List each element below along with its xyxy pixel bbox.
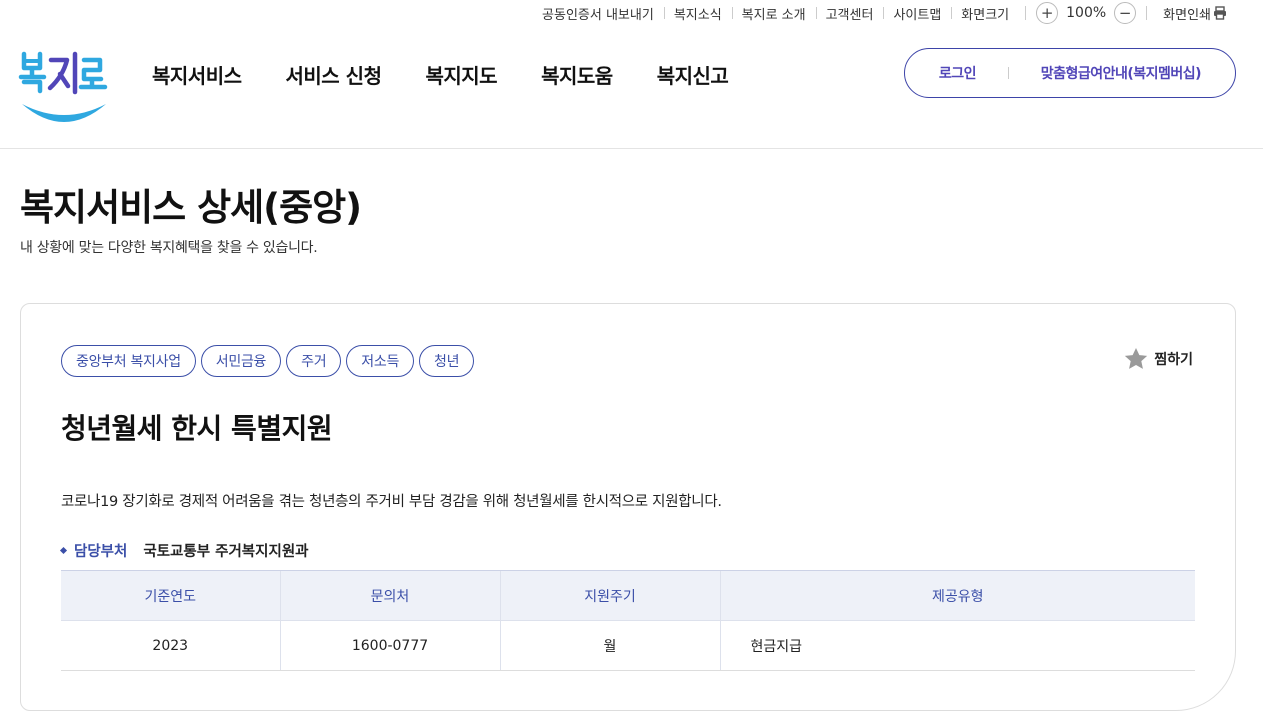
zoom-control: + 100% −: [1025, 2, 1148, 24]
department-label: 담당부처: [74, 544, 128, 560]
printer-icon: [1214, 6, 1226, 20]
header-divider: [0, 148, 1263, 149]
page-description: 내 상황에 맞는 다양한 복지혜택을 찾을 수 있습니다.: [20, 240, 318, 256]
cell-support-cycle: 월: [499, 620, 720, 671]
divider: [1007, 67, 1009, 79]
login-box: 로그인 맞춤형급여안내(복지멤버십): [904, 48, 1236, 98]
util-link-cert-export[interactable]: 공동인증서 내보내기: [532, 4, 664, 23]
zoom-value: 100%: [1066, 5, 1107, 21]
logo[interactable]: [18, 46, 110, 130]
favorite-label: 찜하기: [1154, 352, 1193, 368]
utility-bar: 공동인증서 내보내기 복지소식 복지로 소개 고객센터 사이트맵 화면크기 + …: [532, 0, 1227, 26]
department-value: 국토교통부 주거복지지원과: [143, 544, 309, 560]
page-title: 복지서비스 상세(중앙): [20, 186, 362, 229]
tag-housing[interactable]: 주거: [286, 345, 342, 377]
login-button[interactable]: 로그인: [939, 63, 977, 83]
nav-welfare-services[interactable]: 복지서비스: [152, 60, 242, 89]
util-link-about[interactable]: 복지로 소개: [731, 4, 816, 23]
service-description: 코로나19 장기화로 경제적 어려움을 겪는 청년층의 주거비 부담 경감을 위…: [61, 494, 722, 510]
print-button[interactable]: 화면인쇄: [1153, 4, 1227, 23]
nav-welfare-help[interactable]: 복지도움: [541, 60, 613, 89]
logo-image: [18, 51, 108, 122]
service-title: 청년월세 한시 특별지원: [61, 412, 333, 445]
cell-contact: 1600-0777: [279, 620, 500, 671]
zoom-label: 화면크기: [951, 4, 1019, 23]
tag-microfinance[interactable]: 서민금융: [200, 345, 282, 377]
print-label: 화면인쇄: [1163, 7, 1211, 23]
nav-welfare-report[interactable]: 복지신고: [657, 60, 729, 89]
star-icon: [1125, 347, 1148, 369]
favorite-button[interactable]: 찜하기: [1123, 346, 1193, 372]
util-link-news[interactable]: 복지소식: [663, 4, 732, 23]
main-nav: 복지서비스 서비스 신청 복지지도 복지도움 복지신고: [152, 60, 729, 89]
service-info-table: 기준연도 문의처 지원주기 제공유형 2023 1600-0777 월 현금지급: [61, 570, 1195, 671]
bullet-icon: [59, 546, 68, 555]
nav-welfare-map[interactable]: 복지지도: [425, 60, 497, 89]
table-row: 2023 1600-0777 월 현금지급: [61, 620, 1195, 671]
cell-base-year: 2023: [61, 620, 280, 671]
util-link-customer-center[interactable]: 고객센터: [815, 4, 884, 23]
header-support-cycle: 지원주기: [499, 570, 720, 621]
util-link-sitemap[interactable]: 사이트맵: [883, 4, 951, 23]
membership-button[interactable]: 맞춤형급여안내(복지멤버십): [1041, 63, 1202, 83]
header-contact: 문의처: [279, 570, 500, 621]
nav-service-apply[interactable]: 서비스 신청: [286, 60, 382, 89]
zoom-out-button[interactable]: −: [1114, 2, 1137, 24]
tag-low-income[interactable]: 저소득: [346, 345, 415, 377]
department-row: 담당부처 국토교통부 주거복지지원과: [59, 540, 309, 561]
cell-provision-type: 현금지급: [719, 620, 1195, 671]
tag-youth[interactable]: 청년: [419, 345, 475, 377]
tag-list: 중앙부처 복지사업 서민금융 주거 저소득 청년: [61, 345, 475, 377]
header-provision-type: 제공유형: [719, 570, 1195, 621]
service-card: 중앙부처 복지사업 서민금융 주거 저소득 청년 찜하기 청년월세 한시 특별지…: [20, 303, 1236, 711]
table-header-row: 기준연도 문의처 지원주기 제공유형: [61, 570, 1195, 621]
header-base-year: 기준연도: [61, 570, 280, 621]
zoom-in-button[interactable]: +: [1036, 2, 1059, 24]
tag-central-ministry[interactable]: 중앙부처 복지사업: [61, 345, 196, 377]
